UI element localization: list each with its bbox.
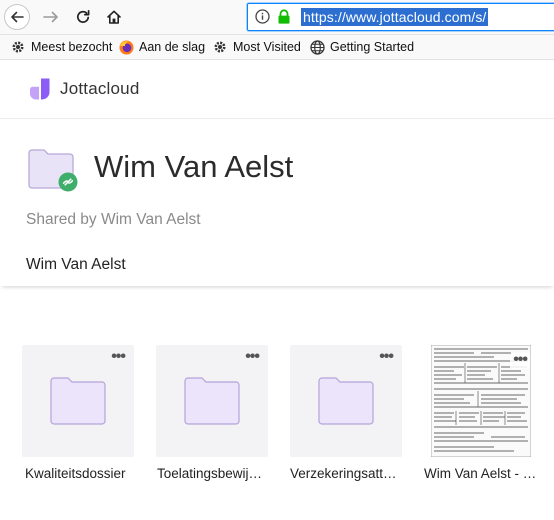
jottacloud-logo-icon[interactable] [28, 77, 52, 101]
arrow-right-icon [43, 11, 58, 23]
brand-name[interactable]: Jottacloud [60, 79, 140, 99]
reload-button[interactable] [70, 4, 96, 30]
home-icon [107, 10, 121, 24]
more-options-button[interactable]: ••• [379, 349, 394, 365]
site-header: Jottacloud [0, 60, 554, 119]
address-bar[interactable]: https://www.jottacloud.com/s/ [247, 3, 554, 31]
bookmark-aan-de-slag[interactable]: Aan de slag [118, 38, 205, 56]
file-name[interactable]: Wim Van Aelst - … [424, 466, 548, 481]
file-tile-folder[interactable]: ••• [290, 345, 402, 457]
bookmark-label: Most Visited [233, 40, 301, 54]
more-options-button[interactable]: ••• [245, 349, 260, 365]
bookmark-meest-bezocht[interactable]: Meest bezocht [10, 38, 112, 56]
firefox-icon [118, 39, 134, 55]
arrow-left-icon [11, 11, 24, 23]
page-title: Wim Van Aelst [94, 149, 294, 184]
bookmark-label: Aan de slag [139, 40, 206, 54]
browser-toolbar: https://www.jottacloud.com/s/ [0, 0, 554, 35]
more-options-button[interactable]: ••• [510, 352, 530, 369]
file-tile-folder[interactable]: ••• [22, 345, 134, 457]
folder-icon [50, 377, 106, 425]
info-icon[interactable] [255, 9, 270, 24]
globe-icon [309, 39, 325, 55]
reload-icon [77, 9, 90, 23]
folder-icon [184, 377, 240, 425]
owner-breadcrumb[interactable]: Wim Van Aelst [26, 256, 126, 274]
file-tile-document[interactable]: ••• [424, 345, 536, 457]
shared-by-text: Shared by Wim Van Aelst [26, 211, 201, 228]
share-header-card: Wim Van Aelst Shared by Wim Van Aelst Wi… [0, 119, 554, 286]
file-name[interactable]: Toelatingsbewij… [157, 466, 281, 481]
bookmark-most-visited[interactable]: Most Visited [212, 38, 301, 56]
lock-icon[interactable] [277, 9, 291, 24]
forward-button[interactable] [38, 4, 64, 30]
folder-icon [318, 377, 374, 425]
bookmark-label: Meest bezocht [31, 40, 113, 54]
file-tile-folder[interactable]: ••• [156, 345, 268, 457]
file-name[interactable]: Kwaliteitsdossier [25, 466, 149, 481]
more-options-button[interactable]: ••• [111, 349, 126, 365]
bookmark-getting-started[interactable]: Getting Started [309, 38, 414, 56]
file-name[interactable]: Verzekeringsatt… [290, 466, 414, 481]
url-text[interactable]: https://www.jottacloud.com/s/ [301, 8, 489, 26]
bookmark-label: Getting Started [330, 40, 415, 54]
gear-icon [212, 39, 228, 55]
gear-icon [10, 39, 26, 55]
back-button[interactable] [4, 4, 30, 30]
home-button[interactable] [101, 4, 127, 30]
shared-folder-icon [28, 149, 78, 192]
bookmarks-bar: Meest bezocht Aan de slag Most Visited G… [0, 35, 554, 60]
